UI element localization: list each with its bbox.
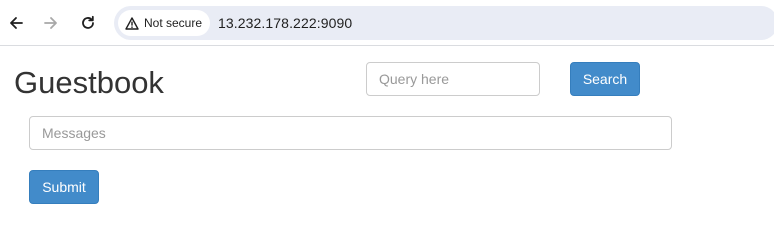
arrow-left-icon: [10, 17, 23, 29]
url-text[interactable]: 13.232.178.222:9090: [218, 15, 352, 31]
reload-button[interactable]: [76, 11, 100, 35]
security-indicator[interactable]: Not secure: [118, 10, 211, 36]
forward-button[interactable]: [39, 11, 63, 35]
search-button[interactable]: Search: [570, 62, 640, 96]
submit-button[interactable]: Submit: [29, 170, 99, 204]
messages-input[interactable]: [29, 116, 672, 150]
warning-triangle-icon: [125, 16, 139, 30]
back-button[interactable]: [4, 11, 28, 35]
browser-toolbar: Not secure 13.232.178.222:9090: [0, 0, 774, 46]
query-input[interactable]: [366, 62, 540, 96]
reload-icon: [82, 15, 94, 29]
page-title: Guestbook: [14, 65, 164, 100]
security-label: Not secure: [144, 16, 203, 30]
address-bar[interactable]: Not secure 13.232.178.222:9090: [114, 6, 774, 40]
arrow-right-icon: [44, 17, 57, 29]
